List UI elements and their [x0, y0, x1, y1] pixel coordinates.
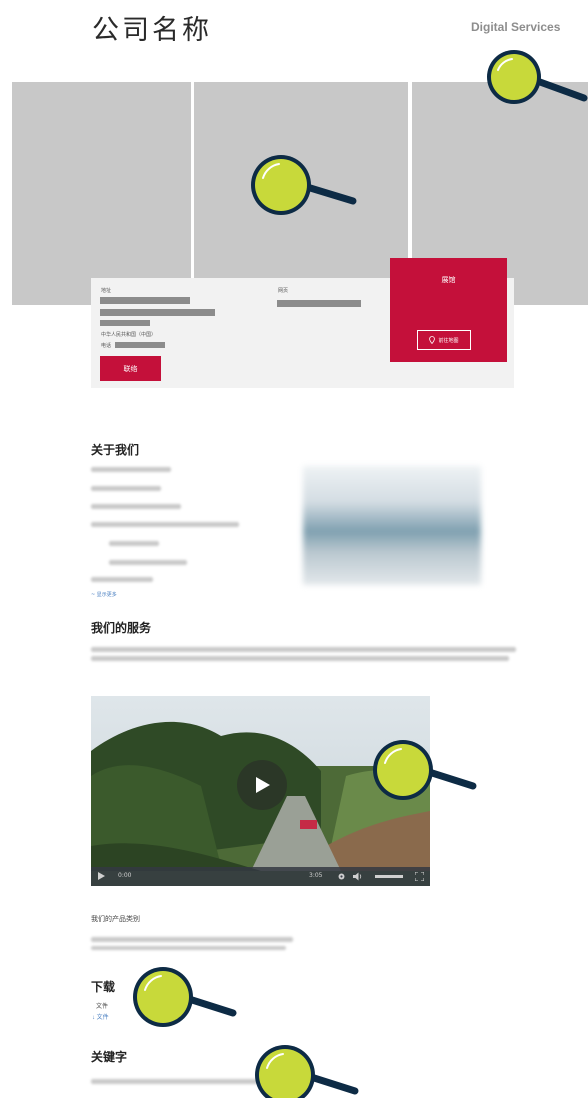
fullscreen-icon[interactable]	[415, 872, 424, 881]
map-button-label: 前往地图	[438, 337, 459, 344]
downloads-title: 下载	[91, 980, 116, 994]
products-text-line	[91, 946, 286, 950]
about-text-line	[109, 560, 187, 565]
contact-button[interactable]: 联络	[100, 356, 161, 381]
video-current-time: 0:00	[118, 872, 132, 879]
video-duration: 3:05	[309, 872, 323, 879]
address-line-3	[100, 320, 150, 326]
about-title: 关于我们	[91, 443, 140, 457]
magnifier-icon	[133, 967, 237, 1027]
about-image	[303, 466, 481, 585]
map-button[interactable]: 前往地图	[417, 330, 471, 350]
showroom-title: 展馆	[441, 276, 456, 284]
volume-slider[interactable]	[375, 875, 403, 878]
address-label: 地址	[101, 288, 112, 294]
map-pin-icon	[429, 336, 436, 344]
about-text-line	[91, 577, 153, 582]
play-button[interactable]	[237, 760, 287, 810]
website-label: 网页	[278, 288, 289, 294]
country-text: 中华人民共和国（中国）	[101, 332, 157, 338]
show-more-link[interactable]: ~ 显示更多	[91, 591, 117, 598]
file-download-link[interactable]: ↓ 文件	[92, 1012, 109, 1021]
company-name: 公司名称	[92, 15, 212, 46]
showroom-box: 展馆 前往地图	[390, 258, 507, 362]
keywords-text-line	[91, 1079, 261, 1084]
about-text-line	[91, 504, 181, 509]
magnifier-icon	[487, 50, 588, 104]
about-text-line	[91, 486, 161, 491]
settings-icon[interactable]	[337, 872, 346, 881]
gallery-image-1[interactable]	[12, 82, 191, 305]
file-label: 文件	[96, 1004, 109, 1010]
services-title: 我们的服务	[91, 621, 152, 635]
products-text-line	[91, 937, 293, 942]
magnifier-icon	[255, 1045, 359, 1098]
services-text-line	[91, 647, 516, 652]
play-small-icon[interactable]	[98, 872, 105, 880]
phone-number	[115, 342, 165, 348]
magnifier-icon	[373, 740, 477, 800]
about-text-line	[91, 522, 239, 527]
magnifier-icon	[251, 155, 357, 215]
address-line-2	[100, 309, 215, 316]
keywords-title: 关键字	[91, 1050, 128, 1064]
digital-services-link[interactable]: Digital Services	[471, 20, 560, 34]
services-text-line	[91, 656, 509, 661]
products-label: 我们的产品类别	[91, 916, 140, 923]
volume-icon[interactable]	[353, 872, 363, 881]
about-text-line	[91, 467, 171, 472]
video-controls: 0:00 3:05	[91, 867, 430, 886]
phone-label: 电话	[101, 343, 112, 349]
address-line-1	[100, 297, 190, 304]
website-url[interactable]	[277, 300, 361, 307]
play-icon	[256, 777, 270, 793]
about-text-line	[109, 541, 159, 546]
